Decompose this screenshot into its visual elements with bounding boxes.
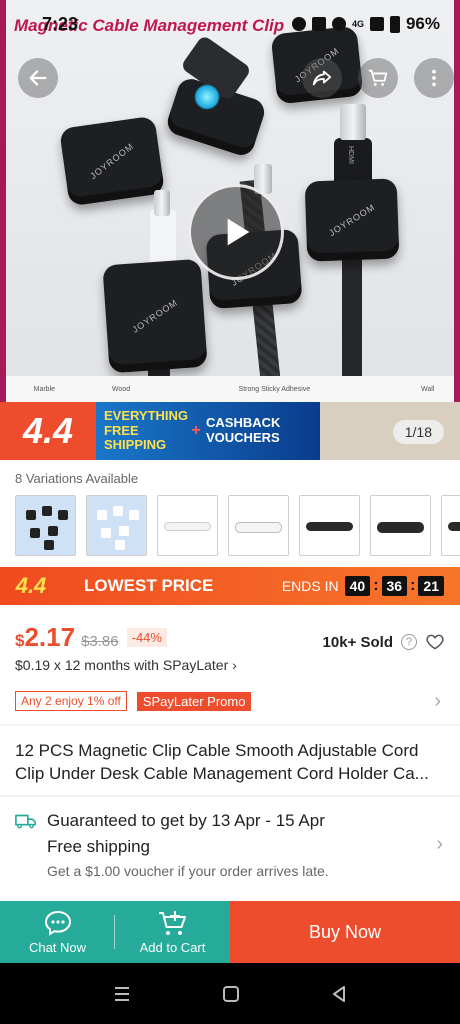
arrow-left-icon bbox=[29, 70, 47, 86]
product-title: 12 PCS Magnetic Clip Cable Smooth Adjust… bbox=[15, 741, 429, 783]
divider bbox=[0, 795, 460, 797]
add-cart-icon bbox=[158, 910, 186, 935]
variation-black-set[interactable] bbox=[15, 495, 76, 556]
variation-thumbnails bbox=[15, 495, 460, 557]
price-section: $ 2.17 $3.86 -44% 10k+ Sold ? $0.19 x 12… bbox=[15, 622, 445, 673]
buy-now-button[interactable]: Buy Now bbox=[230, 901, 460, 963]
promo-tags-row[interactable]: Any 2 enjoy 1% off SPayLater Promo › bbox=[15, 689, 445, 712]
alarm-icon bbox=[291, 17, 306, 31]
system-navigation-bar bbox=[0, 963, 460, 1024]
more-button[interactable] bbox=[414, 58, 454, 98]
chevron-right-icon: › bbox=[434, 689, 441, 712]
chevron-right-icon: › bbox=[436, 833, 443, 855]
late-voucher-note: Get a $1.00 voucher if your order arrive… bbox=[47, 863, 329, 879]
thumb-caption: Wood bbox=[111, 386, 131, 393]
currency-symbol: $ bbox=[15, 631, 25, 650]
play-video-button[interactable] bbox=[188, 184, 284, 280]
timer-hours: 40 bbox=[344, 576, 371, 596]
thumb-caption: Wall bbox=[421, 386, 435, 393]
variations-label: 8 Variations Available bbox=[15, 471, 139, 486]
feature-thumbnails: Marble Wood Strong Sticky Adhesive Wall bbox=[6, 376, 454, 402]
flash-sale-bar[interactable]: 4.4 LOWEST PRICE ENDS IN 40 : 36 : 21 bbox=[0, 567, 460, 605]
plug-image bbox=[340, 104, 366, 140]
plug-image bbox=[154, 190, 170, 216]
chat-now-button[interactable]: Chat Now bbox=[0, 901, 115, 963]
spaylater-tag: SPayLater Promo bbox=[136, 691, 252, 711]
thumb-caption: Marble bbox=[33, 386, 56, 393]
play-icon bbox=[227, 218, 250, 246]
bluetooth-icon bbox=[331, 17, 346, 31]
plus-icon: + bbox=[191, 421, 201, 439]
countdown-timer: 40 : 36 : 21 bbox=[344, 576, 444, 596]
share-icon bbox=[312, 70, 332, 86]
discount-badge: -44% bbox=[126, 628, 167, 647]
back-button[interactable] bbox=[18, 58, 58, 98]
ends-in-label: ENDS IN bbox=[281, 578, 339, 594]
shipping-section[interactable]: Guaranteed to get by 13 Apr - 15 Apr Fre… bbox=[15, 811, 447, 879]
variation-white-strip-large[interactable] bbox=[228, 495, 289, 556]
clip-image: JOYROOM bbox=[102, 258, 208, 374]
promo-banner[interactable]: 4.4 EVERYTHING FREE SHIPPING + CASHBACK … bbox=[0, 402, 460, 460]
cart-button[interactable] bbox=[358, 58, 398, 98]
battery-icon bbox=[389, 15, 400, 33]
bottom-action-bar: Chat Now Add to Cart Buy Now bbox=[0, 901, 460, 963]
clip-image: JOYROOM bbox=[59, 115, 165, 207]
thumb-caption: Strong Sticky Adhesive bbox=[238, 386, 311, 393]
network-type: 4G bbox=[351, 19, 364, 29]
chat-now-label: Chat Now bbox=[28, 939, 87, 955]
free-shipping-label: Free shipping bbox=[47, 837, 151, 856]
chat-icon bbox=[44, 910, 71, 936]
thumb-caption bbox=[159, 376, 236, 402]
cart-icon bbox=[368, 69, 388, 86]
sold-count-group: 10k+ Sold ? bbox=[323, 632, 445, 652]
divider bbox=[0, 724, 460, 726]
back-nav-icon[interactable] bbox=[330, 985, 348, 1003]
variation-black-strip-small[interactable] bbox=[299, 495, 360, 556]
sold-count: 10k+ Sold bbox=[322, 633, 393, 651]
plug-image bbox=[150, 210, 176, 266]
vibrate-icon bbox=[311, 17, 326, 31]
help-icon[interactable]: ? bbox=[401, 634, 417, 650]
thumb-caption bbox=[313, 376, 390, 402]
current-price: 2.17 bbox=[24, 622, 76, 652]
truck-icon bbox=[15, 814, 36, 829]
image-counter: 1/18 bbox=[392, 420, 444, 444]
clip-image: JOYROOM bbox=[304, 178, 400, 262]
status-time: 7:23 bbox=[42, 14, 79, 34]
battery-level: 96% bbox=[405, 14, 440, 33]
signal-icon bbox=[369, 17, 384, 31]
lowest-price-label: LOWEST PRICE bbox=[84, 576, 214, 595]
add-to-cart-label: Add to Cart bbox=[139, 939, 206, 955]
led-glow bbox=[194, 84, 220, 110]
original-price: $3.86 bbox=[81, 633, 119, 650]
free-shipping-text: EVERYTHING FREE SHIPPING bbox=[104, 407, 189, 453]
more-vertical-icon bbox=[432, 69, 436, 87]
variation-white-strip-small[interactable] bbox=[157, 495, 218, 556]
home-icon[interactable] bbox=[222, 985, 240, 1003]
heart-icon[interactable] bbox=[425, 632, 445, 652]
installment-link[interactable]: $0.19 x 12 months with SPayLater › bbox=[15, 657, 445, 673]
flash-sale-badge: 4.4 bbox=[15, 573, 47, 598]
variation-partial[interactable] bbox=[441, 495, 460, 556]
promo-offers: EVERYTHING FREE SHIPPING + CASHBACK VOUC… bbox=[96, 402, 320, 460]
status-icons: 4G 96% bbox=[291, 14, 440, 34]
bundle-tag: Any 2 enjoy 1% off bbox=[15, 691, 127, 711]
timer-minutes: 36 bbox=[381, 576, 408, 596]
recents-icon[interactable] bbox=[112, 985, 132, 1003]
add-to-cart-button[interactable]: Add to Cart bbox=[115, 901, 230, 963]
variation-white-set[interactable] bbox=[86, 495, 147, 556]
delivery-guarantee: Guaranteed to get by 13 Apr - 15 Apr bbox=[47, 811, 325, 830]
share-button[interactable] bbox=[302, 58, 342, 98]
product-page: JOYROOM JOYROOM JOYROOM JOYROOM HDMI JOY… bbox=[0, 0, 460, 1024]
variation-black-strip-large[interactable] bbox=[370, 495, 431, 556]
cashback-text: CASHBACK VOUCHERS bbox=[206, 415, 281, 445]
timer-seconds: 21 bbox=[418, 576, 444, 596]
promo-sale-badge: 4.4 bbox=[0, 402, 96, 460]
product-image-carousel[interactable]: JOYROOM JOYROOM JOYROOM JOYROOM HDMI JOY… bbox=[0, 0, 460, 460]
